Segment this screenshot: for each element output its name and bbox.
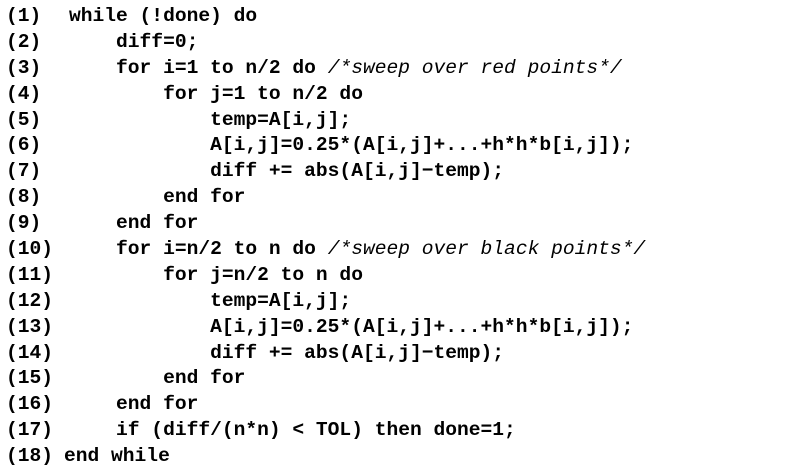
line-number: (9) (6, 212, 42, 235)
line-number: (7) (6, 160, 42, 183)
code-text: temp=A[i,j]; (210, 108, 352, 131)
code-text: end for (163, 367, 246, 390)
code-text: while (!done) do (69, 5, 258, 27)
code-text: A[i,j]=0.25*(A[i,j]+...+h*h*b[i,j]); (210, 134, 634, 157)
code-line-7: (7) diff += abs(A[i,j]−temp); (6, 159, 794, 185)
code-line-18: (18) end while (6, 444, 794, 470)
line-number: (17) (6, 419, 54, 442)
code-line-12: (12) temp=A[i,j]; (6, 289, 794, 315)
line-number: (5) (6, 108, 42, 131)
line-number: (1) (6, 5, 42, 27)
code-text: diff += abs(A[i,j]−temp); (210, 341, 505, 364)
line-number: (4) (6, 82, 42, 105)
line-number: (10) (6, 238, 54, 261)
line-number: (12) (6, 289, 54, 312)
code-listing: (1) while (!done) do (2) diff=0; (3) for i=… (6, 4, 794, 470)
code-line-5: (5) temp=A[i,j]; (6, 108, 794, 134)
code-line-9: (9) end for (6, 211, 794, 237)
code-text: if (diff/(n*n) < TOL) then done=1; (116, 419, 516, 442)
code-line-6: (6) A[i,j]=0.25*(A[i,j]+...+h*h*b[i,j]); (6, 133, 794, 159)
code-text: end for (163, 186, 246, 209)
code-text: temp=A[i,j]; (210, 289, 352, 312)
code-comment: /*sweep over black points*/ (327, 238, 646, 261)
code-line-8: (8) end for (6, 185, 794, 211)
code-line-1: (1) while (!done) do (6, 4, 794, 30)
line-number: (3) (6, 56, 42, 79)
code-line-13: (13) A[i,j]=0.25*(A[i,j]+...+h*h*b[i,j]); (6, 315, 794, 341)
line-number: (11) (6, 263, 54, 286)
line-number: (18) (6, 445, 54, 468)
code-text: for i=n/2 to n do (116, 238, 328, 261)
code-line-4: (4) for j=1 to n/2 do (6, 82, 794, 108)
code-text: diff=0; (116, 30, 199, 53)
code-text: end for (116, 212, 199, 235)
code-text: end while (64, 445, 170, 468)
code-text: for j=n/2 to n do (163, 263, 363, 286)
line-number: (15) (6, 367, 54, 390)
line-number: (16) (6, 393, 54, 416)
code-line-3: (3) for i=1 to n/2 do /*sweep over red po… (6, 56, 794, 82)
line-number: (8) (6, 186, 42, 209)
code-text: for i=1 to n/2 do (116, 56, 328, 79)
code-comment: /*sweep over red points*/ (327, 56, 622, 79)
code-line-15: (15) end for (6, 366, 794, 392)
code-line-17: (17) if (diff/(n*n) < TOL) then done=1; (6, 418, 794, 444)
code-text: end for (116, 393, 199, 416)
line-number: (13) (6, 315, 54, 338)
line-number: (2) (6, 30, 42, 53)
code-line-16: (16) end for (6, 392, 794, 418)
line-number: (6) (6, 134, 42, 157)
code-line-11: (11) for j=n/2 to n do (6, 263, 794, 289)
line-number: (14) (6, 341, 54, 364)
code-line-10: (10) for i=n/2 to n do /*sweep over black… (6, 237, 794, 263)
code-line-2: (2) diff=0; (6, 30, 794, 56)
code-text: diff += abs(A[i,j]−temp); (210, 160, 505, 183)
code-text: A[i,j]=0.25*(A[i,j]+...+h*h*b[i,j]); (210, 315, 634, 338)
code-line-14: (14) diff += abs(A[i,j]−temp); (6, 341, 794, 367)
code-text: for j=1 to n/2 do (163, 82, 363, 105)
